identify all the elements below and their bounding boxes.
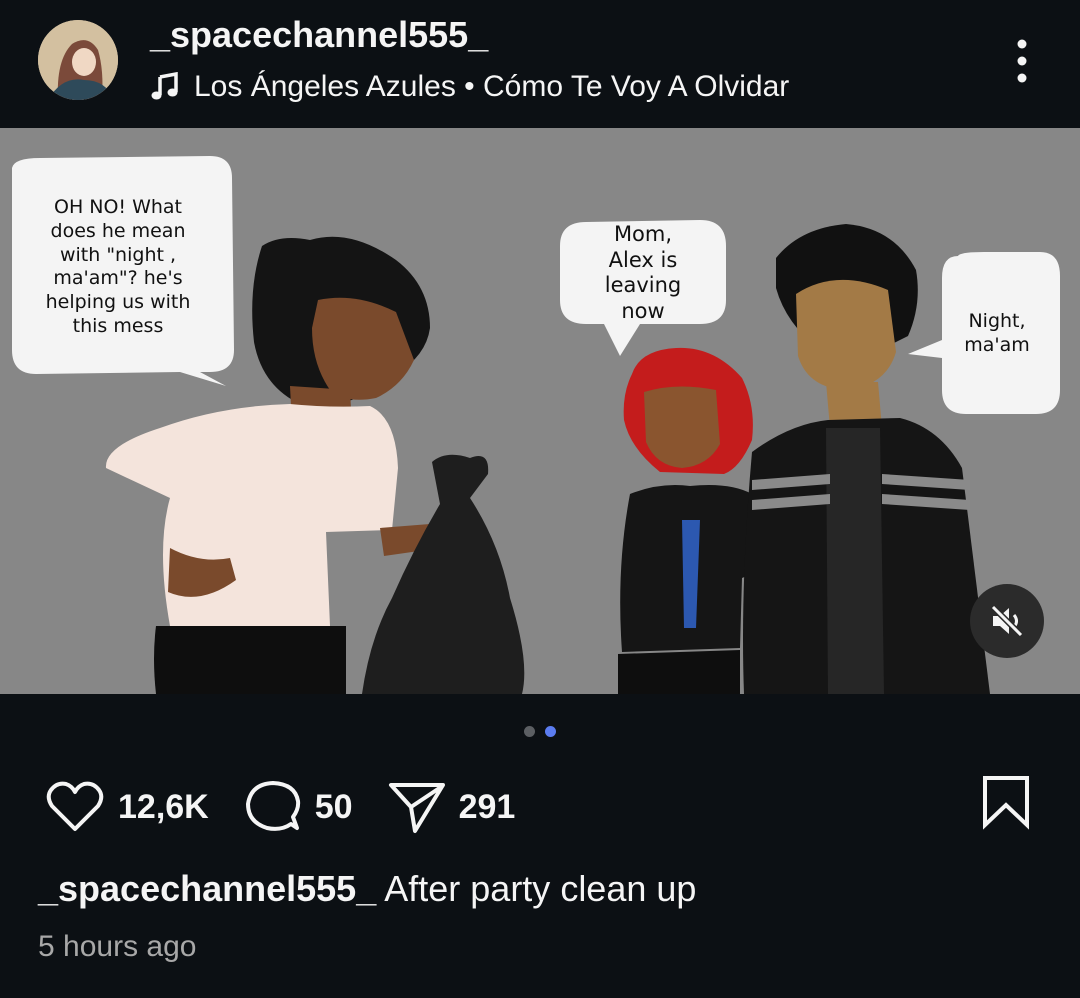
bubble-line: ma'am"? he's (53, 267, 183, 290)
bubble-line: with "night , (59, 243, 177, 266)
bubble-line: helping us with (45, 291, 191, 313)
share-count: 291 (458, 787, 516, 826)
bubble-line: this mess (72, 314, 164, 337)
bubble-line: does he mean (50, 219, 186, 242)
speech-bubble-mother: OH NO! What does he mean with "night , m… (32, 196, 204, 339)
avatar[interactable] (38, 20, 118, 100)
bubble-line: ma'am (964, 333, 1030, 356)
send-icon (388, 783, 445, 833)
like-button[interactable]: 12,6K (44, 779, 209, 835)
caption-text: After party clean up (384, 868, 697, 909)
mute-toggle-button[interactable] (970, 584, 1044, 658)
carousel-dot[interactable] (524, 726, 535, 737)
carousel-indicator (0, 726, 1080, 737)
like-count: 12,6K (118, 787, 209, 826)
bubble-line: Night, (968, 310, 1026, 332)
bubble-line: OH NO! What (53, 196, 183, 218)
save-button[interactable] (980, 774, 1032, 830)
post-actions: 12,6K 50 291 (44, 776, 549, 838)
comment-count: 50 (314, 787, 353, 826)
bubble-line: Mom, (613, 222, 673, 246)
post-header: _spacechannel555_ Los Ángeles Azules • C… (0, 0, 1080, 128)
speech-bubble-girl: Mom, Alex is leaving now (574, 222, 712, 324)
share-button[interactable]: 291 (387, 779, 516, 835)
carousel-dot-active[interactable] (545, 726, 556, 737)
post-image[interactable]: OH NO! What does he mean with "night , m… (0, 128, 1080, 694)
more-vertical-icon (1017, 39, 1027, 83)
music-note-icon (151, 72, 178, 100)
music-track-label: Los Ángeles Azules • Cómo Te Voy A Olvid… (194, 70, 790, 103)
speech-bubble-alex: Night, ma'am (950, 310, 1044, 358)
speaker-muted-icon (990, 604, 1024, 638)
bubble-line: Alex is (608, 247, 678, 272)
comment-icon (245, 781, 300, 831)
comment-button[interactable]: 50 (243, 778, 353, 836)
bubble-line: now (621, 298, 665, 323)
bubble-line: leaving (604, 273, 682, 298)
music-info[interactable]: Los Ángeles Azules • Cómo Te Voy A Olvid… (150, 70, 789, 104)
post-author-username[interactable]: _spacechannel555_ (150, 14, 488, 56)
post-caption: _spacechannel555_ After party clean up (38, 868, 696, 910)
post-timestamp: 5 hours ago (38, 930, 197, 963)
caption-username[interactable]: _spacechannel555_ (38, 868, 376, 909)
heart-icon (46, 781, 104, 831)
more-options-button[interactable] (1006, 36, 1038, 86)
avatar-image (38, 20, 118, 100)
bookmark-icon (983, 776, 1029, 830)
